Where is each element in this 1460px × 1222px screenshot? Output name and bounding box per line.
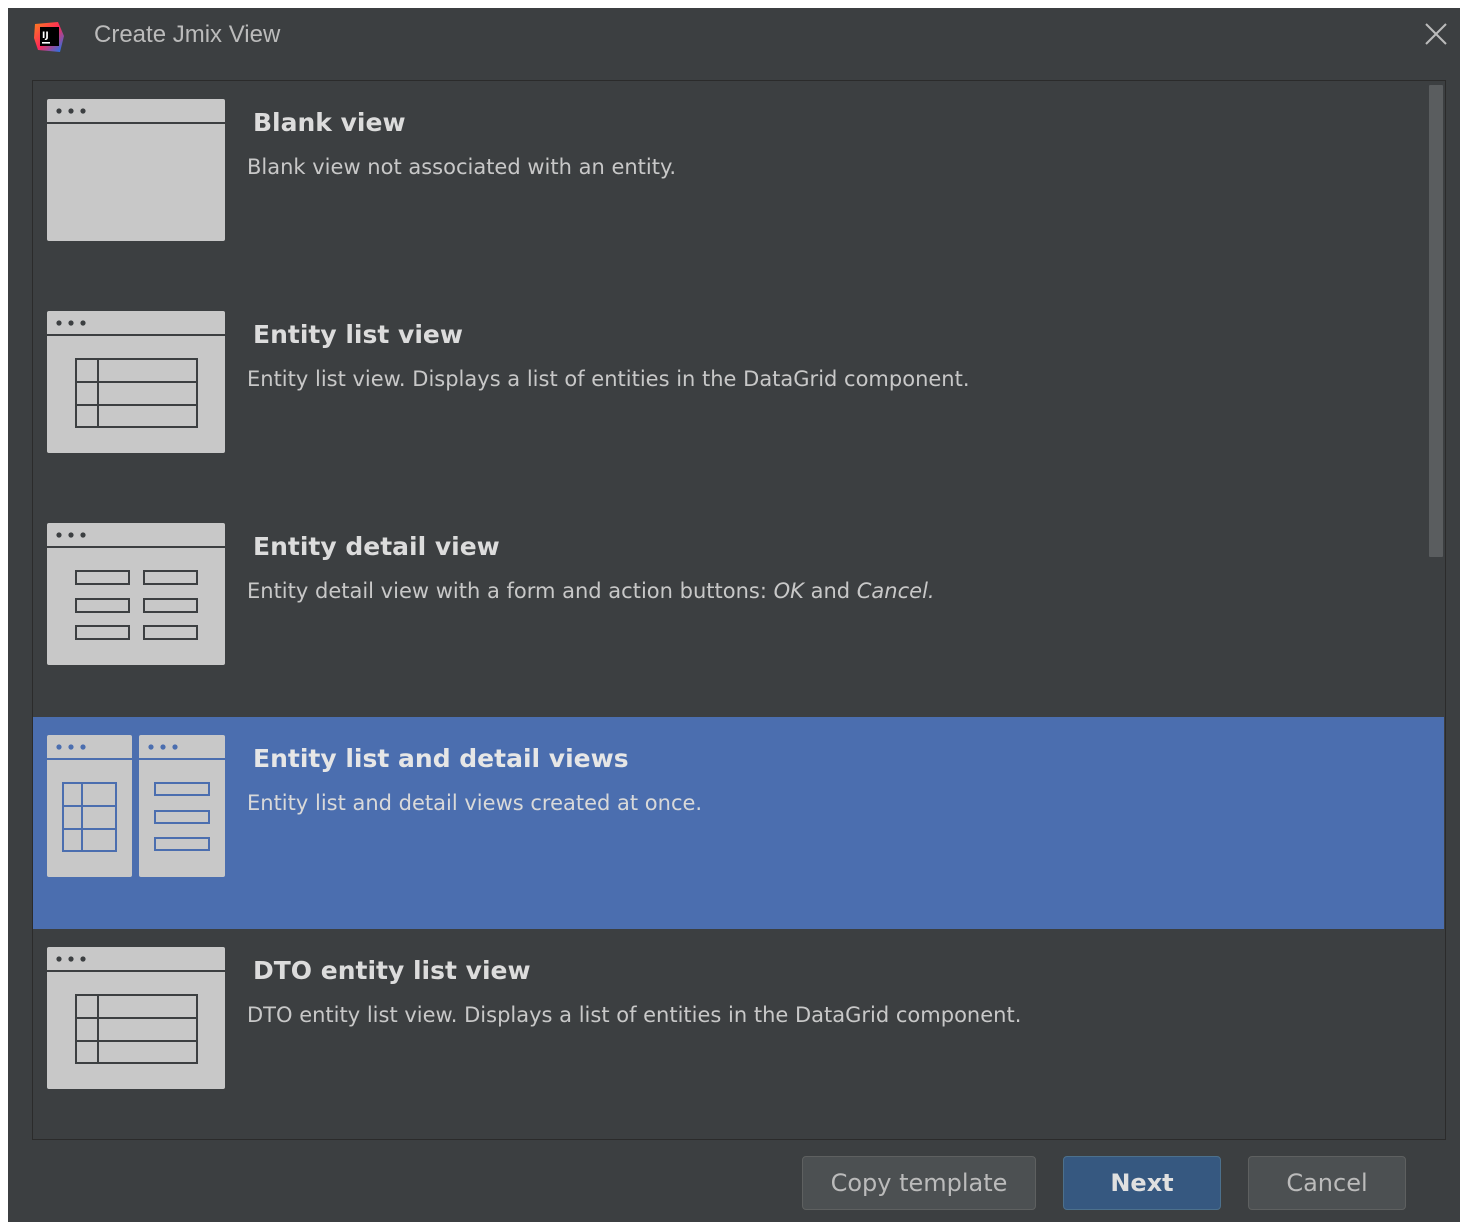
list-scrollbar[interactable] <box>1429 85 1443 557</box>
template-title: Entity list view <box>253 320 463 349</box>
list-view-icon <box>47 311 225 453</box>
blank-view-icon <box>47 99 225 241</box>
title-bar: IJ Create Jmix View <box>8 8 1460 72</box>
create-jmix-view-dialog: IJ Create Jmix View Blank view Blank vie… <box>8 8 1460 1222</box>
template-item-blank-view[interactable]: Blank view Blank view not associated wit… <box>33 81 1444 293</box>
template-item-entity-detail-view[interactable]: Entity detail view Entity detail view wi… <box>33 505 1444 717</box>
dialog-footer: Copy template Next Cancel <box>8 1148 1460 1222</box>
cancel-button[interactable]: Cancel <box>1248 1156 1406 1210</box>
template-description: Entity detail view with a form and actio… <box>247 577 935 605</box>
template-list[interactable]: Blank view Blank view not associated wit… <box>32 80 1446 1140</box>
description-and: and <box>803 579 857 603</box>
dto-list-view-icon <box>47 947 225 1089</box>
template-description: Blank view not associated with an entity… <box>247 155 677 179</box>
detail-view-icon <box>47 523 225 665</box>
copy-template-button[interactable]: Copy template <box>802 1156 1036 1210</box>
description-text: Entity detail view with a form and actio… <box>247 579 774 603</box>
template-title: Blank view <box>253 108 406 137</box>
template-title: Entity detail view <box>253 532 500 561</box>
svg-text:IJ: IJ <box>42 31 49 41</box>
template-description: Entity list and detail views created at … <box>247 791 703 815</box>
dialog-title: Create Jmix View <box>94 21 281 48</box>
list-and-detail-views-icon <box>47 735 225 877</box>
intellij-app-icon: IJ <box>34 22 64 52</box>
next-button[interactable]: Next <box>1063 1156 1221 1210</box>
template-title: DTO entity list view <box>253 956 531 985</box>
template-item-entity-list-view[interactable]: Entity list view Entity list view. Displ… <box>33 293 1444 505</box>
description-cancel: Cancel. <box>856 579 935 603</box>
template-title: Entity list and detail views <box>253 744 629 773</box>
template-description: Entity list view. Displays a list of ent… <box>247 367 970 391</box>
template-item-dto-entity-list-view[interactable]: DTO entity list view DTO entity list vie… <box>33 929 1444 1139</box>
close-icon[interactable] <box>1422 20 1450 48</box>
template-item-entity-list-and-detail-views[interactable]: Entity list and detail views Entity list… <box>33 717 1444 929</box>
description-ok: OK <box>773 579 804 603</box>
template-description: DTO entity list view. Displays a list of… <box>247 1003 1022 1027</box>
